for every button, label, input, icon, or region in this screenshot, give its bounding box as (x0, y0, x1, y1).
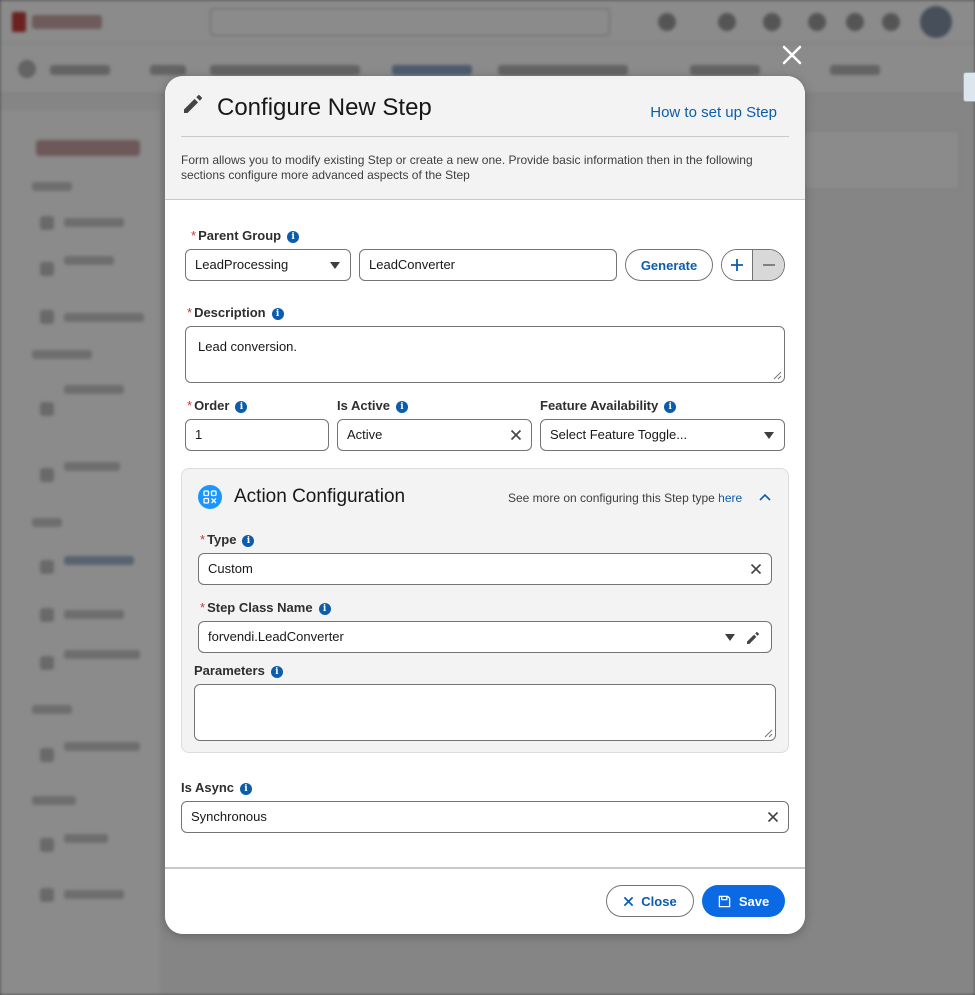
modal-body: * Parent Group i LeadProcessing LeadConver… (165, 201, 805, 867)
description-textarea[interactable]: Lead conversion. (185, 326, 785, 383)
is-active-combobox[interactable]: Active (337, 419, 532, 451)
step-class-name-select[interactable]: forvendi.LeadConverter (198, 621, 772, 653)
info-icon[interactable]: i (287, 231, 300, 243)
save-icon (718, 895, 731, 907)
step-name-input[interactable]: LeadConverter (359, 249, 617, 281)
action-config-icon (198, 485, 222, 509)
modal-close-button[interactable] (777, 40, 807, 70)
chevron-down-icon (764, 432, 774, 439)
chevron-down-icon (330, 262, 340, 269)
resize-handle[interactable] (773, 371, 782, 380)
how-to-link[interactable]: How to set up Step (650, 104, 777, 121)
order-label: * Order i (187, 398, 248, 414)
modal-description: Form allows you to modify existing Step … (181, 153, 753, 182)
required-mark: * (187, 398, 193, 413)
plus-icon (731, 259, 743, 271)
info-icon[interactable]: i (235, 401, 248, 413)
info-icon[interactable]: i (318, 603, 331, 615)
action-configuration-section: Action Configuration See more on configu… (181, 468, 789, 753)
description-label: * Description i (187, 305, 284, 321)
background-side-tab (963, 72, 975, 102)
info-icon[interactable]: i (664, 401, 677, 413)
here-link[interactable]: here (718, 491, 742, 505)
parameters-label: Parameters i (194, 663, 283, 679)
close-icon (782, 45, 802, 65)
required-mark: * (187, 305, 193, 320)
close-icon (624, 896, 634, 906)
header-divider (181, 136, 789, 137)
chevron-up-icon[interactable] (758, 491, 772, 503)
action-configuration-title: Action Configuration (234, 486, 406, 507)
modal-footer: Close Save (165, 867, 805, 934)
close-icon[interactable] (767, 811, 779, 823)
order-input[interactable]: 1 (185, 419, 329, 451)
info-icon[interactable]: i (270, 666, 283, 678)
info-icon[interactable]: i (271, 308, 284, 320)
is-async-label: Is Async i (181, 780, 252, 796)
action-configuration-hint: See more on configuring this Step type h… (508, 491, 743, 505)
close-icon[interactable] (510, 429, 522, 441)
add-remove-group (721, 249, 785, 281)
type-label: * Type i (200, 532, 255, 548)
info-icon[interactable]: i (242, 535, 255, 547)
save-button[interactable]: Save (702, 885, 785, 917)
chevron-down-icon (725, 634, 735, 641)
type-combobox[interactable]: Custom (198, 553, 772, 585)
feature-toggle-select[interactable]: Select Feature Toggle... (540, 419, 785, 451)
edit-icon[interactable] (745, 630, 761, 646)
resize-handle[interactable] (764, 729, 773, 738)
required-mark: * (200, 532, 206, 547)
pencil-icon (184, 95, 202, 113)
info-icon[interactable]: i (396, 401, 408, 413)
info-icon[interactable]: i (240, 783, 252, 795)
parent-group-label: * Parent Group i (191, 228, 300, 244)
modal-title: Configure New Step (217, 94, 432, 121)
generate-button[interactable]: Generate (625, 249, 713, 281)
configure-step-modal: Configure New Step How to set up Step Fo… (165, 76, 805, 934)
step-class-name-label: * Step Class Name i (200, 600, 331, 616)
modal-header: Configure New Step How to set up Step Fo… (165, 76, 805, 200)
is-active-label: Is Active i (337, 398, 408, 414)
required-mark: * (191, 228, 197, 243)
parent-group-select[interactable]: LeadProcessing (185, 249, 351, 281)
parameters-textarea[interactable] (194, 684, 776, 741)
close-icon[interactable] (750, 563, 762, 575)
feature-availability-label: Feature Availability i (540, 398, 677, 414)
is-async-combobox[interactable]: Synchronous (181, 801, 789, 833)
minus-icon (762, 264, 775, 266)
close-button[interactable]: Close (606, 885, 694, 917)
remove-button[interactable] (753, 250, 784, 280)
required-mark: * (200, 600, 206, 615)
add-button[interactable] (722, 250, 754, 280)
